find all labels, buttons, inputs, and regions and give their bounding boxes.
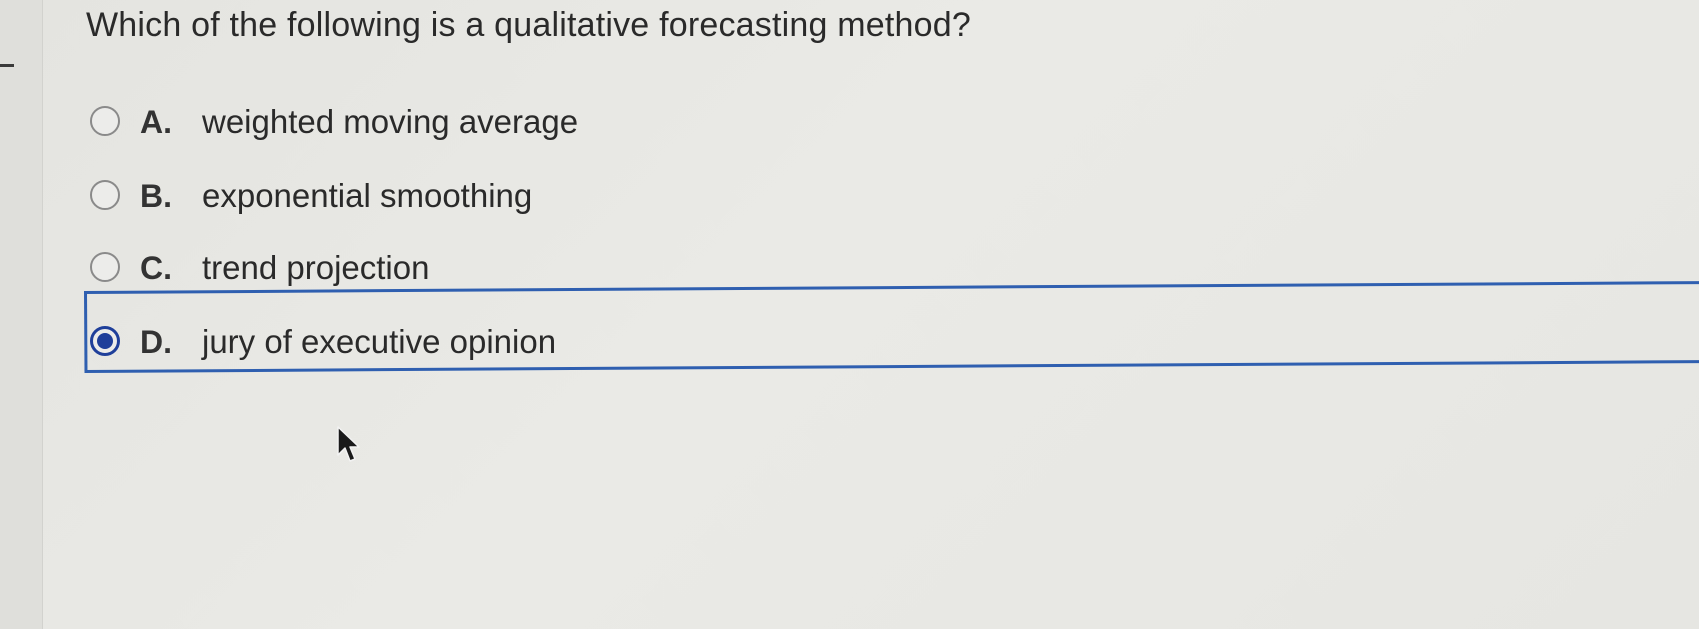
page-left-edge xyxy=(0,0,43,629)
option-b-letter: B. xyxy=(140,178,172,214)
option-d-letter: D. xyxy=(140,324,172,360)
left-edge-tick xyxy=(0,64,14,67)
option-a-label: weighted moving average xyxy=(202,103,579,140)
option-c-label: trend projection xyxy=(202,249,430,286)
radio-button-d-selected[interactable] xyxy=(90,326,120,356)
option-d-label: jury of executive opinion xyxy=(202,323,557,360)
mouse-pointer-icon xyxy=(337,426,360,462)
option-b[interactable]: B. exponential smoothing xyxy=(86,166,1699,226)
radio-button-c[interactable] xyxy=(90,252,120,282)
option-a-letter: A. xyxy=(140,104,172,140)
question-text: Which of the following is a qualitative … xyxy=(86,6,971,44)
option-d[interactable]: D. jury of executive opinion xyxy=(86,312,1699,372)
option-c-letter: C. xyxy=(140,250,172,286)
option-b-label: exponential smoothing xyxy=(202,177,533,214)
radio-button-b[interactable] xyxy=(90,180,120,210)
option-a[interactable]: A. weighted moving average xyxy=(86,92,1699,152)
radio-button-a[interactable] xyxy=(90,106,120,136)
radio-selected-dot xyxy=(97,333,113,349)
